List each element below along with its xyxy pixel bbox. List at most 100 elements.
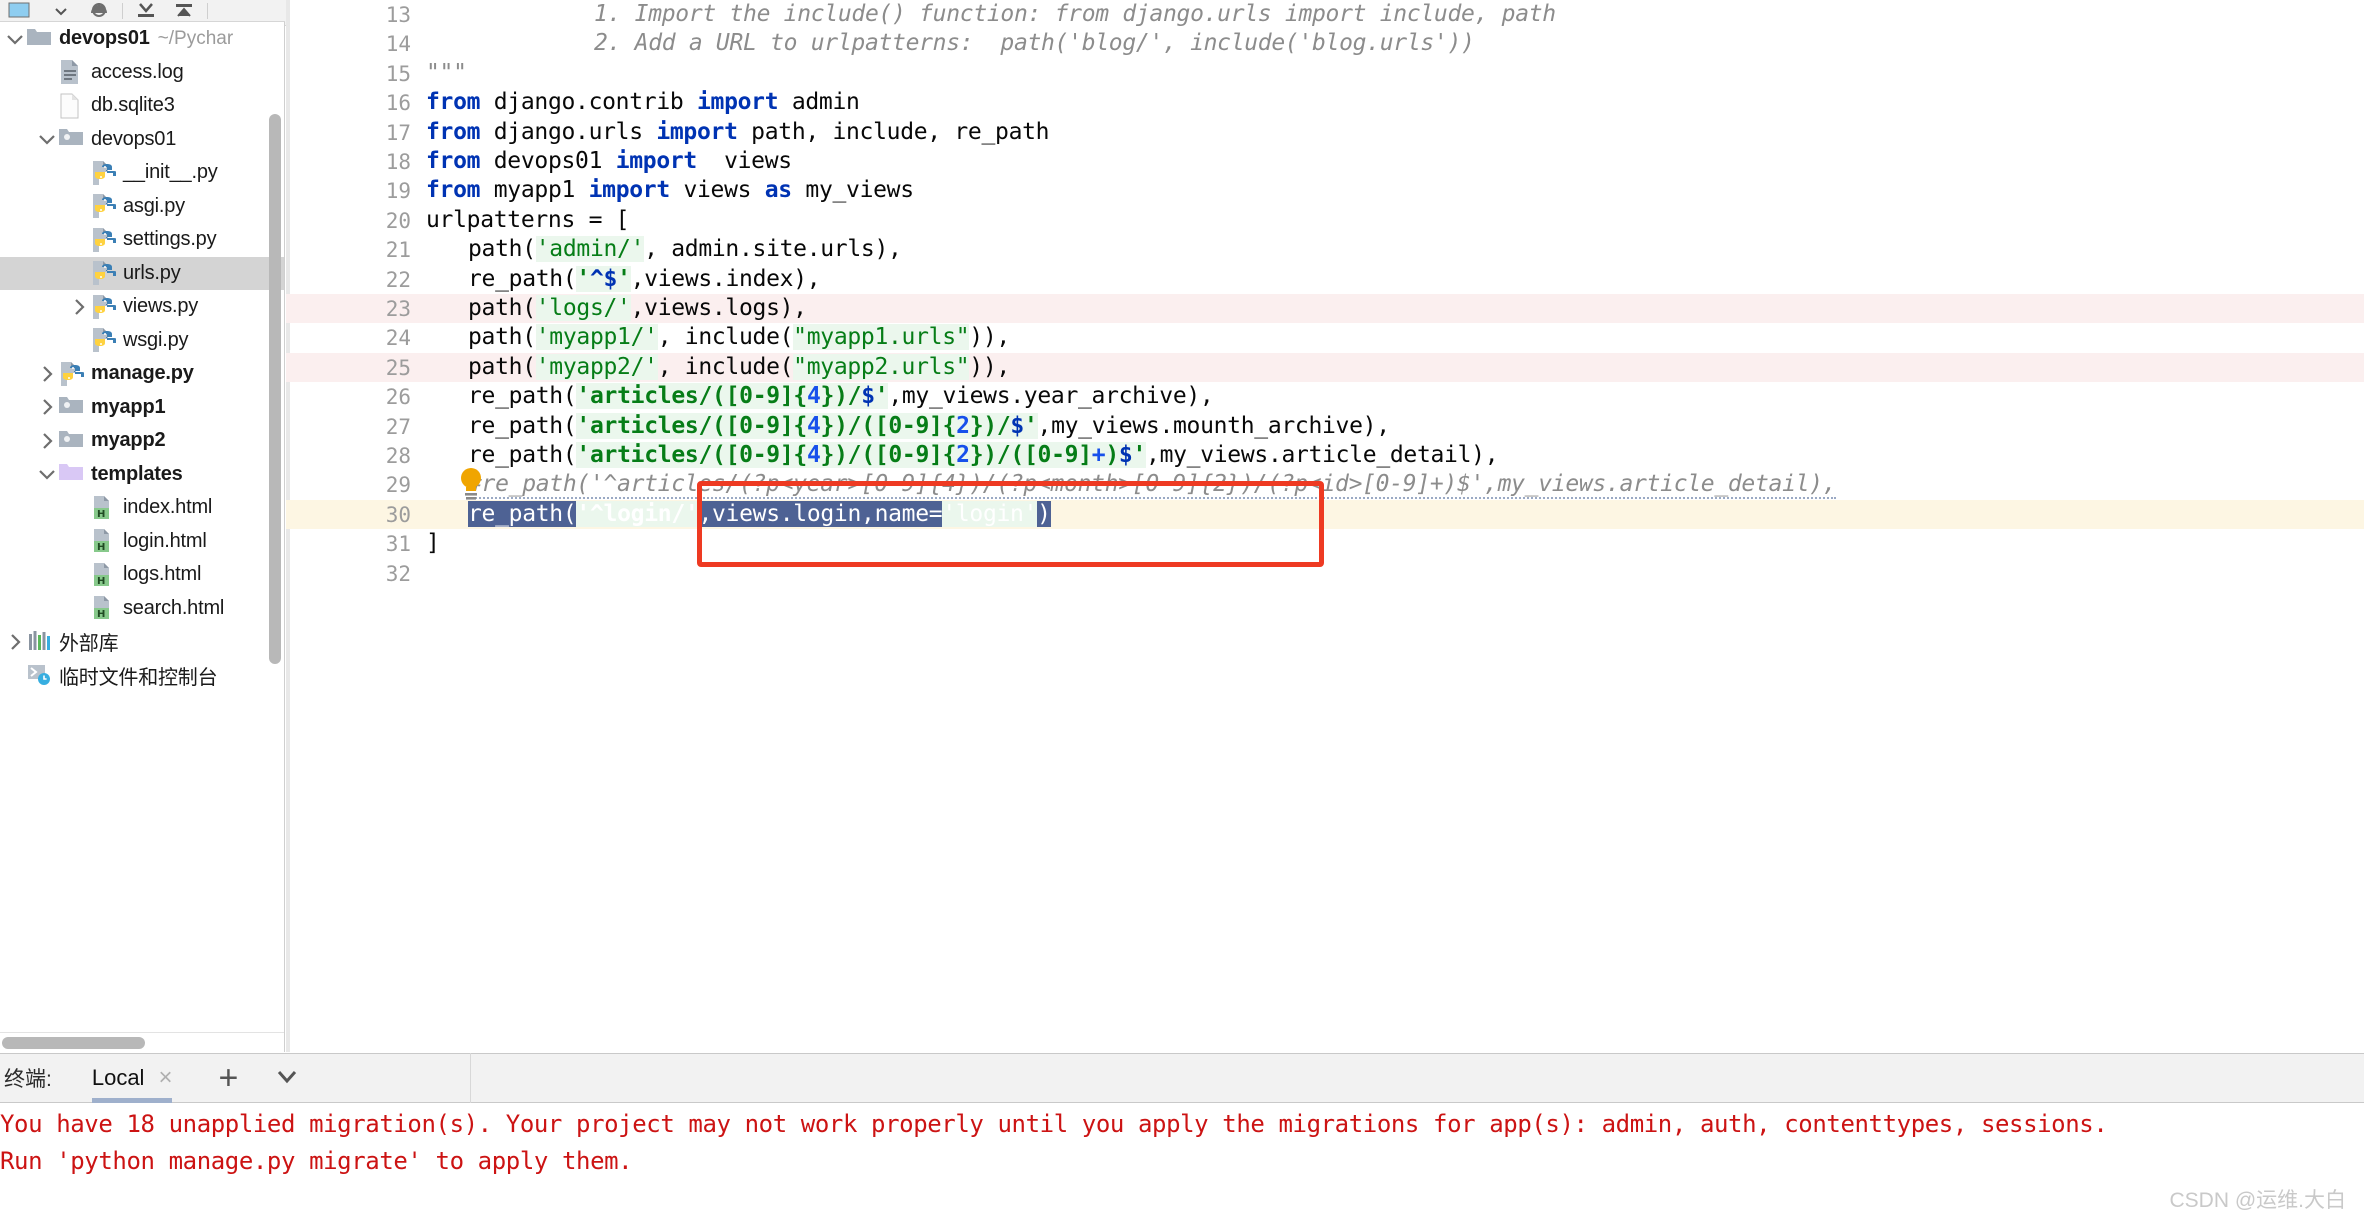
chevron-down-icon[interactable] <box>272 1066 302 1091</box>
bug-icon[interactable] <box>80 0 118 22</box>
line-number[interactable]: 27 <box>286 415 411 439</box>
line-number[interactable]: 30 <box>286 503 411 527</box>
code-line[interactable]: 2. Add a URL to urlpatterns: path('blog/… <box>594 30 1475 56</box>
code-line[interactable]: """ <box>426 60 467 86</box>
new-terminal-button[interactable]: + <box>218 1059 238 1098</box>
code-line[interactable]: path('myapp1/', include("myapp1.urls")), <box>468 324 1010 351</box>
code-line[interactable]: urlpatterns = [ <box>426 207 630 233</box>
tree-item-label: views.py <box>123 295 199 318</box>
line-number[interactable]: 18 <box>286 150 411 174</box>
tree-item-label: templates <box>91 462 183 485</box>
sidebar-horizontal-scrollbar[interactable] <box>0 1032 284 1052</box>
line-number[interactable]: 16 <box>286 91 411 115</box>
line-number[interactable]: 25 <box>286 356 411 380</box>
intention-bulb-icon[interactable] <box>458 466 484 500</box>
collapse-down-icon[interactable] <box>127 0 165 22</box>
tree-item-myapp1[interactable]: myapp1 <box>0 391 284 425</box>
tree-item-settings-py[interactable]: settings.py <box>0 223 284 257</box>
line-number[interactable]: 21 <box>286 238 411 262</box>
tree-item--[interactable]: 临时文件和控制台 <box>0 659 284 693</box>
toolbar-separator <box>122 2 123 19</box>
code-line[interactable]: 1. Import the include() function: from d… <box>594 1 1556 27</box>
code-line[interactable]: re_path('^login/',views.login,name='logi… <box>468 500 1051 527</box>
tree-item-wsgi-py[interactable]: wsgi.py <box>0 324 284 358</box>
code-line[interactable]: from devops01 import views <box>426 148 792 174</box>
code-line[interactable]: re_path('^$',views.index), <box>468 265 821 292</box>
tree-item-views-py[interactable]: views.py <box>0 290 284 324</box>
tree-item-manage-py[interactable]: manage.py <box>0 357 284 391</box>
line-number[interactable]: 24 <box>286 326 411 350</box>
tree-twisty-empty <box>68 156 90 189</box>
code-line[interactable]: re_path('articles/([0-9]{4})/([0-9]{2})/… <box>468 412 1390 439</box>
code-line[interactable]: from myapp1 import views as my_views <box>426 177 914 203</box>
tree-item-label: urls.py <box>123 261 181 284</box>
chevron-down-icon[interactable] <box>36 458 58 491</box>
code-line[interactable]: path('logs/',views.logs), <box>468 295 807 321</box>
scratches-consoles-icon <box>26 662 52 688</box>
tree-item-myapp2[interactable]: myapp2 <box>0 424 284 458</box>
tree-item-asgi-py[interactable]: asgi.py <box>0 190 284 224</box>
tree-item-label: __init__.py <box>123 161 218 184</box>
tree-item-login-html[interactable]: Hlogin.html <box>0 525 284 559</box>
tree-twisty-empty <box>4 659 26 692</box>
terminal-output-line-1: You have 18 unapplied migration(s). Your… <box>0 1110 2108 1138</box>
line-number[interactable]: 28 <box>286 444 411 468</box>
python-file-icon <box>90 260 117 286</box>
collapse-up-icon[interactable] <box>165 0 203 22</box>
terminal-output-line-2: Run 'python manage.py migrate' to apply … <box>0 1147 633 1175</box>
tree-item-index-html[interactable]: Hindex.html <box>0 491 284 525</box>
tree-item-db-sqlite3[interactable]: db.sqlite3 <box>0 89 284 123</box>
chevron-right-icon[interactable] <box>36 424 58 457</box>
tree-item-devops01[interactable]: devops01 <box>0 123 284 157</box>
sidebar-vertical-scrollbar[interactable] <box>269 114 281 664</box>
code-line[interactable]: ] <box>426 530 440 556</box>
line-number[interactable]: 22 <box>286 268 411 292</box>
line-number[interactable]: 15 <box>286 62 411 86</box>
tree-twisty-empty <box>36 56 58 89</box>
chevron-right-icon[interactable] <box>36 357 58 390</box>
line-number[interactable]: 32 <box>286 562 411 586</box>
tree-item-label: db.sqlite3 <box>91 94 175 117</box>
line-number[interactable]: 31 <box>286 532 411 556</box>
tree-item-logs-html[interactable]: Hlogs.html <box>0 558 284 592</box>
line-number[interactable]: 14 <box>286 32 411 56</box>
tree-item-devops01[interactable]: devops01 ~/Pychar <box>0 22 284 56</box>
close-icon[interactable]: × <box>158 1064 172 1092</box>
line-number[interactable]: 29 <box>286 473 411 497</box>
code-line[interactable]: from django.contrib import admin <box>426 89 860 115</box>
line-number[interactable]: 20 <box>286 209 411 233</box>
code-line[interactable]: from django.urls import path, include, r… <box>426 119 1050 145</box>
code-line[interactable]: path('myapp2/', include("myapp2.urls")), <box>468 353 1010 380</box>
code-line[interactable]: re_path('articles/([0-9]{4})/([0-9]{2})/… <box>468 442 1499 468</box>
code-editor[interactable]: 13 14 15 16 17 18 19 20 21 22 23 24 25 26 27 28 29 30 31 32… <box>286 0 2364 1052</box>
line-number[interactable]: 13 <box>286 3 411 27</box>
terminal-output[interactable]: You have 18 unapplied migration(s). Your… <box>0 1104 2364 1222</box>
chevron-down-icon[interactable] <box>36 123 58 156</box>
tree-twisty-empty <box>68 324 90 357</box>
chevron-right-icon[interactable] <box>68 290 90 323</box>
terminal-tab-local[interactable]: Local × <box>82 1053 183 1103</box>
line-number[interactable]: 19 <box>286 179 411 203</box>
code-line[interactable]: path('admin/', admin.site.urls), <box>468 236 902 263</box>
chevron-down-icon[interactable] <box>4 22 26 55</box>
chevron-right-icon[interactable] <box>36 391 58 424</box>
project-tree[interactable]: devops01 ~/Pychar access.log db.sqlite3 devo… <box>0 22 284 692</box>
line-number[interactable]: 26 <box>286 385 411 409</box>
tree-item-templates[interactable]: templates <box>0 458 284 492</box>
tree-item--[interactable]: 外部库 <box>0 625 284 659</box>
tree-item-label: settings.py <box>123 228 217 251</box>
tree-item-access-log[interactable]: access.log <box>0 56 284 90</box>
tree-item-urls-py[interactable]: urls.py <box>0 256 284 290</box>
window-icon[interactable] <box>4 0 42 22</box>
chevron-right-icon[interactable] <box>4 625 26 658</box>
pycharm-window: devops01 ~/Pychar access.log db.sqlite3 devo… <box>0 0 2364 1222</box>
line-number[interactable]: 23 <box>286 297 411 321</box>
line-number[interactable]: 17 <box>286 121 411 145</box>
tree-item-path-hint: ~/Pychar <box>157 27 234 49</box>
tree-item--init-py[interactable]: __init__.py <box>0 156 284 190</box>
project-tree-panel[interactable]: devops01 ~/Pychar access.log db.sqlite3 devo… <box>0 22 285 1052</box>
dropdown-caret-icon[interactable] <box>42 0 80 22</box>
code-line[interactable]: re_path('articles/([0-9]{4})/$',my_views… <box>468 383 1214 410</box>
code-line[interactable]: #re_path('^articles/(?p<year>[0-9]{4})/(… <box>468 471 1837 500</box>
tree-item-search-html[interactable]: Hsearch.html <box>0 592 284 626</box>
